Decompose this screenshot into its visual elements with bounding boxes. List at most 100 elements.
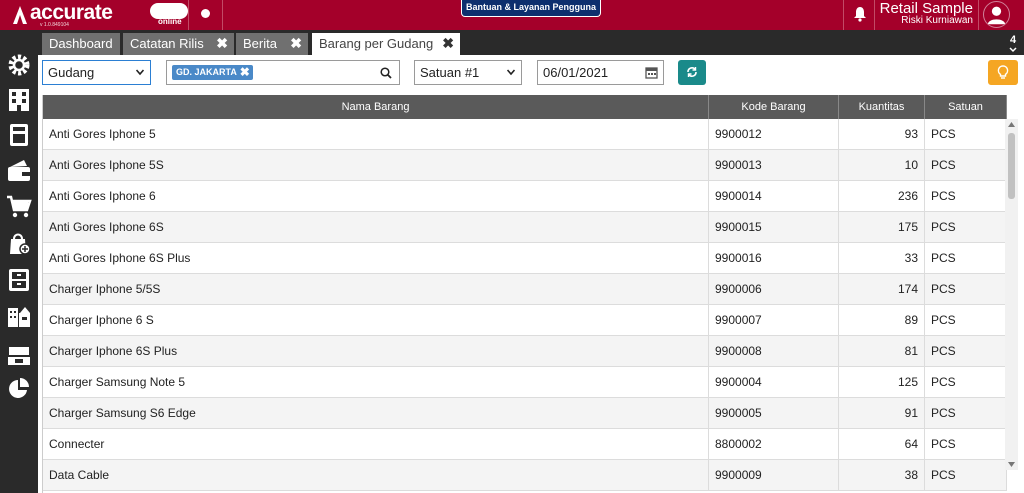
table-header: Nama Barang Kode Barang Kuantitas Satuan <box>43 95 1007 119</box>
table-row[interactable]: Anti Gores Iphone 6 9900014 236 PCS <box>43 181 1007 212</box>
tab-label: Barang per Gudang <box>319 36 434 51</box>
tips-button[interactable] <box>988 60 1018 85</box>
table-row[interactable]: Anti Gores Iphone 6S 9900015 175 PCS <box>43 212 1007 243</box>
column-header-satuan[interactable]: Satuan <box>925 95 1007 119</box>
cell-unit: PCS <box>925 150 1007 181</box>
cell-qty: 38 <box>839 460 925 491</box>
table-row[interactable]: Anti Gores Iphone 6S Plus 9900016 33 PCS <box>43 243 1007 274</box>
user-name[interactable]: Riski Kurniawan <box>901 15 973 26</box>
help-support-button[interactable]: Bantuan & Layanan Pengguna <box>461 0 601 17</box>
scroll-up-icon[interactable] <box>1008 122 1015 127</box>
table-row[interactable]: Data Cable 9900009 38 PCS <box>43 460 1007 491</box>
cell-qty: 236 <box>839 181 925 212</box>
column-header-kode-barang[interactable]: Kode Barang <box>709 95 839 119</box>
type-select[interactable]: Gudang <box>42 60 151 85</box>
tab-barang-per-gudang[interactable]: Barang per Gudang ✖ <box>312 33 460 55</box>
cell-unit: PCS <box>925 274 1007 305</box>
tab-count: 4 <box>1009 34 1017 46</box>
cell-unit: PCS <box>925 429 1007 460</box>
app-logo[interactable]: accurate online v 1.0.849104 <box>12 1 188 29</box>
divider <box>843 0 844 30</box>
cell-code: 9900006 <box>709 274 839 305</box>
stock-table: Nama Barang Kode Barang Kuantitas Satuan… <box>42 95 1018 493</box>
version-text: v 1.0.849104 <box>40 22 69 28</box>
tab-label: Berita <box>243 36 277 51</box>
tab-count-menu[interactable]: 4 <box>1009 35 1017 55</box>
date-field[interactable]: 06/01/2021 <box>537 60 664 85</box>
cell-qty: 91 <box>839 398 925 429</box>
calculator-icon[interactable] <box>6 122 32 148</box>
tab-berita[interactable]: Berita ✖ <box>236 33 308 55</box>
close-icon[interactable]: ✖ <box>290 33 302 54</box>
table-row[interactable]: Charger Samsung S6 Edge 9900005 91 PCS <box>43 398 1007 429</box>
type-select-value: Gudang <box>48 65 95 80</box>
unit-select[interactable]: Satuan #1 <box>414 60 522 85</box>
status-dot-icon <box>201 9 210 18</box>
warehouse-search-input[interactable]: GD. JAKARTA ✖ <box>166 60 400 85</box>
cell-code: 9900014 <box>709 181 839 212</box>
close-icon[interactable]: ✖ <box>442 33 454 54</box>
cell-unit: PCS <box>925 305 1007 336</box>
cell-name: Charger Samsung S6 Edge <box>43 398 709 429</box>
chevron-down-icon <box>136 69 144 76</box>
logo-mark-icon <box>13 6 27 24</box>
gear-icon[interactable] <box>6 52 32 78</box>
cell-code: 9900007 <box>709 305 839 336</box>
refresh-button[interactable] <box>678 60 706 85</box>
column-header-nama-barang[interactable]: Nama Barang <box>43 95 709 119</box>
cell-qty: 64 <box>839 429 925 460</box>
cell-name: Charger Iphone 5/5S <box>43 274 709 305</box>
cell-name: Charger Samsung Note 5 <box>43 367 709 398</box>
bag-add-icon[interactable] <box>6 230 32 256</box>
table-row[interactable]: Charger Iphone 6 S 9900007 89 PCS <box>43 305 1007 336</box>
cell-qty: 10 <box>839 150 925 181</box>
cell-code: 9900012 <box>709 119 839 150</box>
pie-chart-icon[interactable] <box>6 376 32 402</box>
table-row[interactable]: Anti Gores Iphone 5S 9900013 10 PCS <box>43 150 1007 181</box>
cell-code: 9900009 <box>709 460 839 491</box>
table-row[interactable]: Charger Iphone 5/5S 9900006 174 PCS <box>43 274 1007 305</box>
refresh-icon <box>687 67 697 77</box>
cell-code: 9900013 <box>709 150 839 181</box>
city-icon[interactable] <box>6 303 32 329</box>
warehouse-tag[interactable]: GD. JAKARTA ✖ <box>172 65 253 80</box>
scroll-down-icon[interactable] <box>1008 462 1015 467</box>
cell-qty: 81 <box>839 336 925 367</box>
close-icon[interactable]: ✖ <box>216 33 228 54</box>
close-icon[interactable]: ✖ <box>240 65 250 80</box>
tab-catatan-rilis[interactable]: Catatan Rilis ✖ <box>123 33 234 55</box>
cell-name: Charger Iphone 6 S <box>43 305 709 336</box>
cabinet-icon[interactable] <box>6 267 32 293</box>
cart-icon[interactable] <box>6 194 32 220</box>
tab-label: Catatan Rilis <box>130 36 204 51</box>
cell-name: Charger Iphone 6S Plus <box>43 336 709 367</box>
tab-bar: Dashboard Catatan Rilis ✖ Berita ✖ Baran… <box>38 30 1024 55</box>
column-header-kuantitas[interactable]: Kuantitas <box>839 95 925 119</box>
cash-icon[interactable] <box>6 342 32 368</box>
top-bar: accurate online v 1.0.849104 Bantuan & L… <box>0 0 1024 30</box>
table-row[interactable]: Charger Samsung Note 5 9900004 125 PCS <box>43 367 1007 398</box>
cell-qty: 93 <box>839 119 925 150</box>
cell-name: Anti Gores Iphone 6 <box>43 181 709 212</box>
table-scrollbar[interactable] <box>1005 119 1018 470</box>
building-icon[interactable] <box>6 87 32 113</box>
tab-dashboard[interactable]: Dashboard <box>42 33 120 55</box>
table-row[interactable]: Anti Gores Iphone 5 9900012 93 PCS <box>43 119 1007 150</box>
cell-unit: PCS <box>925 212 1007 243</box>
table-row[interactable]: Connecter 8800002 64 PCS <box>43 429 1007 460</box>
table-row[interactable]: Charger Iphone 6S Plus 9900008 81 PCS <box>43 336 1007 367</box>
avatar[interactable] <box>983 1 1010 28</box>
cell-unit: PCS <box>925 336 1007 367</box>
cell-unit: PCS <box>925 460 1007 491</box>
search-icon[interactable] <box>380 67 392 79</box>
scrollbar-thumb[interactable] <box>1008 133 1015 199</box>
cell-name: Anti Gores Iphone 5 <box>43 119 709 150</box>
bell-icon[interactable] <box>853 6 867 22</box>
cell-code: 8800002 <box>709 429 839 460</box>
divider <box>222 0 223 30</box>
calendar-icon[interactable] <box>645 66 658 79</box>
cell-qty: 125 <box>839 367 925 398</box>
wallet-icon[interactable] <box>6 157 32 183</box>
logo-online-text: online <box>158 17 182 26</box>
cell-unit: PCS <box>925 367 1007 398</box>
